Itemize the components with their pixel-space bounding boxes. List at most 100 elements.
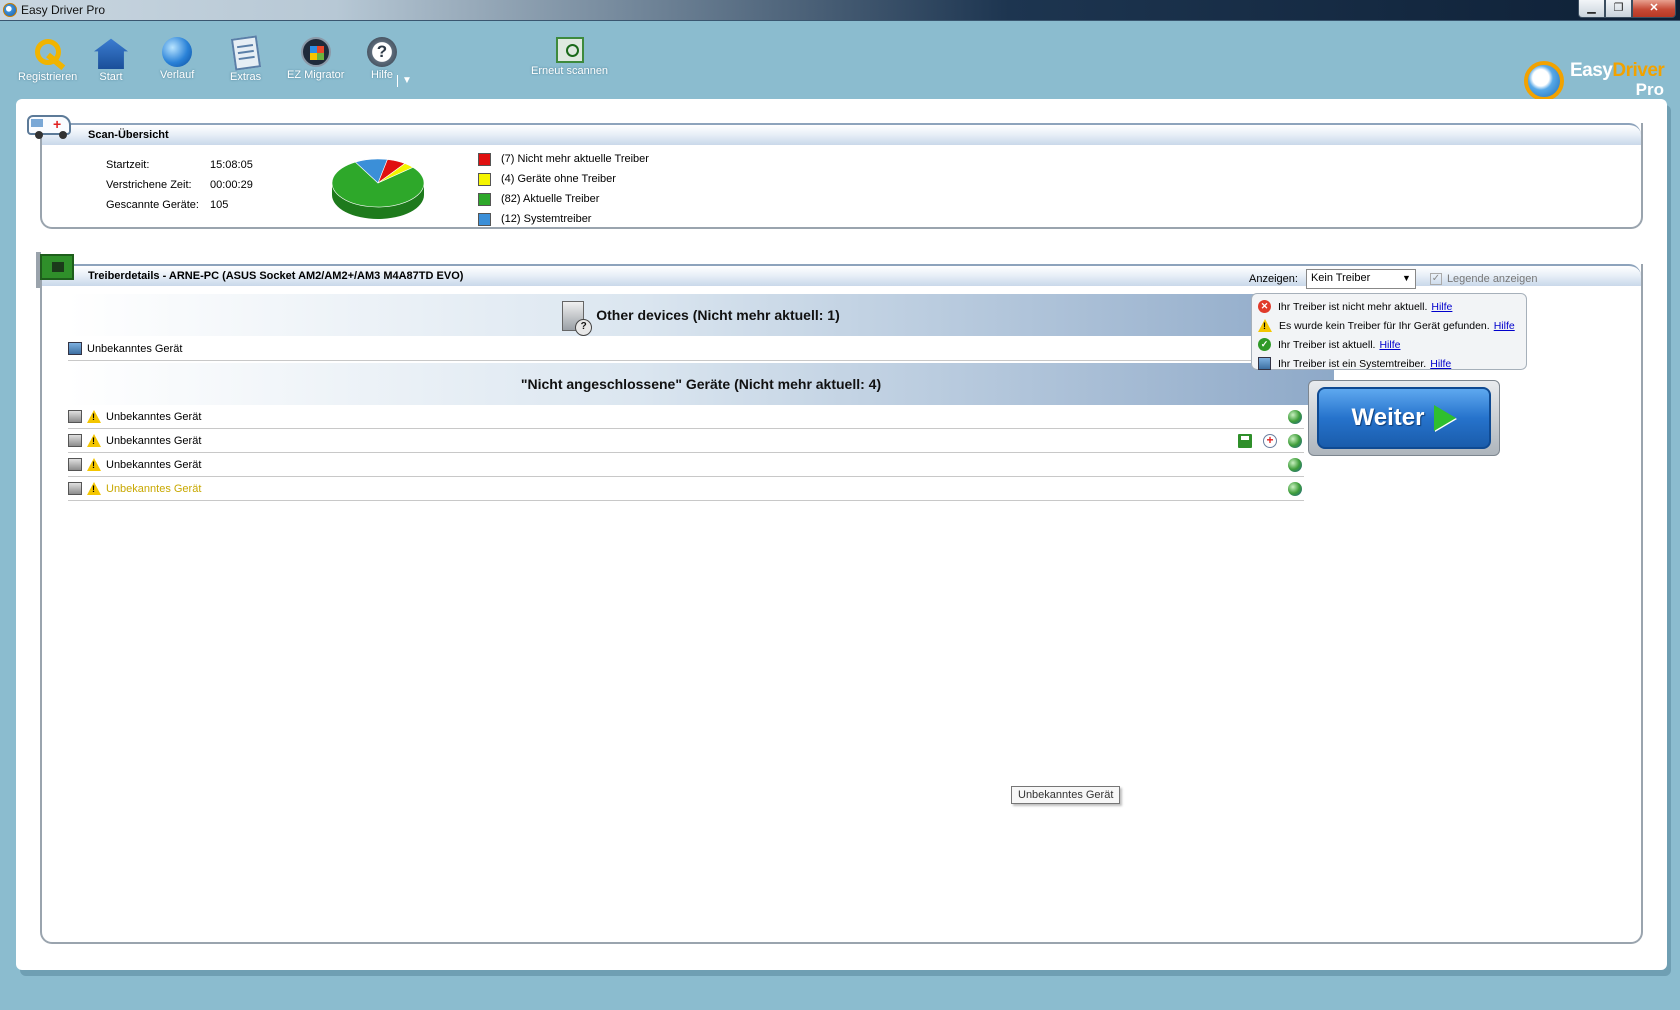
status-legend-item: ✕ Ihr Treiber ist nicht mehr aktuell. Hilf… <box>1258 297 1526 316</box>
register-label: Registrieren <box>18 71 78 83</box>
warning-icon <box>87 434 101 447</box>
close-button[interactable]: ✕ <box>1632 0 1676 18</box>
key-icon <box>31 37 65 69</box>
help-link[interactable]: Hilfe <box>1430 358 1451 370</box>
network-card-icon <box>32 252 76 288</box>
scan-legend: (7) Nicht mehr aktuelle Treiber (4) Gerä… <box>478 149 649 229</box>
warning-icon <box>1258 319 1272 332</box>
save-icon[interactable] <box>1238 434 1252 448</box>
status-text: Ihr Treiber ist nicht mehr aktuell. <box>1278 300 1428 313</box>
help-link[interactable]: Hilfe <box>1431 301 1452 313</box>
checkbox-icon: ✓ <box>1429 273 1442 285</box>
main-panel: Scan-Übersicht + Startzeit: 15:08:05 Vers… <box>16 99 1667 970</box>
play-icon <box>1434 405 1457 431</box>
legend-swatch <box>478 152 491 166</box>
extras-button[interactable]: Extras <box>230 35 261 83</box>
status-legend-item: Es wurde kein Treiber für Ihr Gerät gefu… <box>1258 316 1526 335</box>
home-icon <box>94 38 128 69</box>
driver-details-title: Treiberdetails - ARNE-PC (ASUS Socket AM… <box>88 270 464 282</box>
logo-pro: Pro <box>1635 80 1664 99</box>
web-search-icon[interactable] <box>1288 410 1302 424</box>
legend-label: (82) Aktuelle Treiber <box>501 193 600 205</box>
scanned-devices-label: Gescannte Geräte: <box>106 199 199 211</box>
scan-stats: Startzeit: 15:08:05 Verstrichene Zeit: 00:… <box>106 159 253 219</box>
device-row[interactable]: Unbekanntes Gerät <box>68 453 1304 477</box>
help-dropdown-arrow-icon[interactable]: ▼ <box>397 75 412 87</box>
display-select[interactable]: Kein Treiber ▼ <box>1305 269 1416 289</box>
status-legend-item: ✓ Ihr Treiber ist aktuell. Hilfe <box>1258 335 1526 354</box>
ez-migrator-button[interactable]: EZ Migrator <box>287 37 344 81</box>
continue-label: Weiter <box>1351 404 1425 431</box>
ez-migrator-label: EZ Migrator <box>287 69 345 81</box>
disconnected-device-icon <box>68 410 82 423</box>
title-bar: Easy Driver Pro ▁ ❐ ✕ <box>0 0 1680 21</box>
show-legend-checkbox[interactable]: ✓ Legende anzeigen <box>1429 273 1537 285</box>
app-icon <box>3 3 17 17</box>
computer-icon <box>1258 357 1271 370</box>
chevron-down-icon: ▼ <box>1402 273 1411 283</box>
help-button[interactable]: ? Hilfe <box>367 37 397 81</box>
help-link[interactable]: Hilfe <box>1494 320 1515 332</box>
globe-icon <box>162 37 193 67</box>
logo-name: EasyDriver <box>1570 60 1665 81</box>
history-label: Verlauf <box>160 69 195 81</box>
legend-label: (4) Geräte ohne Treiber <box>501 173 616 185</box>
windows-logo-icon <box>300 37 331 67</box>
elapsed-time-value: 00:00:29 <box>210 179 253 191</box>
device-row[interactable]: Unbekanntes Gerät + <box>68 429 1304 453</box>
web-search-icon[interactable] <box>1288 482 1302 496</box>
device-row[interactable]: Unbekanntes Gerät <box>68 477 1304 501</box>
device-name: Unbekanntes Gerät <box>106 410 202 423</box>
scan-overview-section: Scan-Übersicht + Startzeit: 15:08:05 Vers… <box>27 115 1643 229</box>
disconnected-device-icon <box>68 458 82 471</box>
warning-icon <box>87 410 101 423</box>
display-filter: Anzeigen: Kein Treiber ▼ ✓ Legende anzei… <box>1249 269 1537 289</box>
display-select-value: Kein Treiber <box>1310 272 1371 284</box>
continue-button[interactable]: Weiter <box>1308 380 1500 456</box>
legend-item: (7) Nicht mehr aktuelle Treiber <box>478 149 649 169</box>
group-title: "Nicht angeschlossene" Geräte (Nicht meh… <box>520 376 882 392</box>
legend-swatch <box>478 212 491 226</box>
legend-swatch <box>478 172 491 186</box>
scan-overview-header: Scan-Übersicht <box>42 123 1641 145</box>
legend-item: (12) Systemtreiber <box>478 209 649 229</box>
web-search-icon[interactable] <box>1288 458 1302 472</box>
scanned-devices-value: 105 <box>210 199 229 211</box>
medical-plus-icon[interactable]: + <box>1263 434 1277 448</box>
minimize-button[interactable]: ▁ <box>1578 0 1605 18</box>
group-header-other-devices: Other devices (Nicht mehr aktuell: 1) <box>68 294 1334 337</box>
web-search-icon[interactable] <box>1288 434 1302 448</box>
start-time-label: Startzeit: <box>106 159 150 171</box>
register-button[interactable]: Registrieren <box>18 37 77 83</box>
start-time-value: 15:08:05 <box>210 159 253 171</box>
history-button[interactable]: Verlauf <box>160 37 194 81</box>
notepad-icon <box>230 35 261 71</box>
device-tooltip: Unbekanntes Gerät <box>1011 786 1121 804</box>
error-icon: ✕ <box>1258 300 1271 313</box>
legend-label: (7) Nicht mehr aktuelle Treiber <box>501 153 649 165</box>
maximize-button[interactable]: ❐ <box>1605 0 1632 18</box>
check-icon: ✓ <box>1258 338 1271 351</box>
legend-item: (82) Aktuelle Treiber <box>478 189 649 209</box>
help-icon: ? <box>367 37 397 67</box>
display-label: Anzeigen: <box>1249 273 1298 285</box>
help-link[interactable]: Hilfe <box>1379 339 1400 351</box>
help-label: Hilfe <box>370 69 393 81</box>
device-name: Unbekanntes Gerät <box>106 458 202 471</box>
device-row[interactable]: Unbekanntes Gerät <box>68 405 1304 429</box>
legend-swatch <box>478 192 491 206</box>
scan-overview-title: Scan-Übersicht <box>88 129 169 141</box>
computer-icon <box>68 342 82 355</box>
start-label: Start <box>99 71 123 83</box>
start-button[interactable]: Start <box>94 37 128 83</box>
legend-item: (4) Geräte ohne Treiber <box>478 169 649 189</box>
scan-icon <box>555 37 584 63</box>
logo-driver: Driver <box>1612 60 1665 81</box>
driver-details-header: Treiberdetails - ARNE-PC (ASUS Socket AM… <box>42 264 1641 289</box>
device-row[interactable]: Unbekanntes Gerät <box>68 337 1304 361</box>
rescan-button[interactable]: Erneut scannen <box>531 37 608 77</box>
group-header-disconnected-devices: "Nicht angeschlossene" Geräte (Nicht meh… <box>68 363 1334 405</box>
window-controls: ▁ ❐ ✕ <box>1578 0 1676 18</box>
status-text: Ihr Treiber ist ein Systemtreiber. <box>1278 357 1427 370</box>
logo-icon <box>1524 61 1564 101</box>
